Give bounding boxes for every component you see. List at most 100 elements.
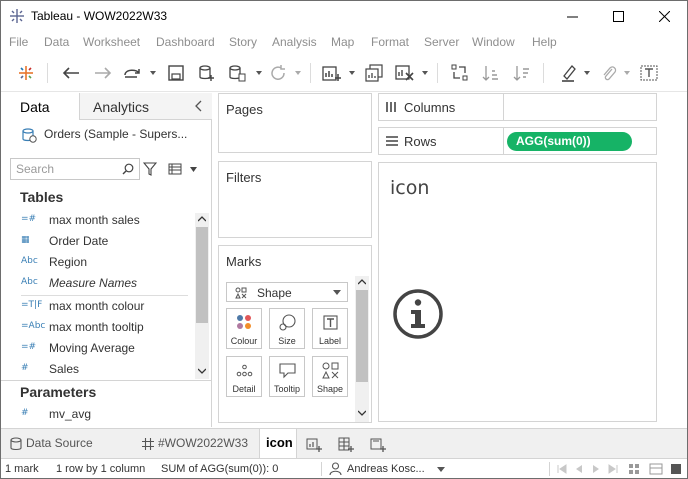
clear-sheet-button[interactable] <box>394 62 416 84</box>
minimize-button[interactable] <box>549 1 595 31</box>
status-user[interactable]: Andreas Kosc... <box>347 463 425 475</box>
calc-measure-icon: =# <box>21 342 37 352</box>
close-button[interactable] <box>641 1 687 31</box>
menu-help[interactable]: Help <box>532 35 557 49</box>
chevron-down-icon[interactable] <box>584 71 590 75</box>
pages-title: Pages <box>226 102 263 117</box>
field-item[interactable]: =# Moving Average <box>1 338 194 359</box>
info-icon[interactable] <box>392 288 444 340</box>
chevron-up-icon[interactable] <box>358 279 366 285</box>
chevron-down-icon[interactable] <box>150 71 156 75</box>
new-data-source-button[interactable] <box>196 62 218 84</box>
search-field[interactable] <box>10 158 140 180</box>
list-view-icon[interactable] <box>168 162 182 176</box>
field-item[interactable]: =Abc max month tooltip <box>1 317 194 338</box>
columns-shelf[interactable]: Columns <box>378 93 657 121</box>
sort-descending-button[interactable] <box>511 62 533 84</box>
group-members-button[interactable] <box>598 62 620 84</box>
menu-server[interactable]: Server <box>424 35 459 49</box>
menu-worksheet[interactable]: Worksheet <box>83 35 140 49</box>
menu-story[interactable]: Story <box>229 35 257 49</box>
new-dashboard-tab-button[interactable] <box>333 429 359 458</box>
chevron-down-icon[interactable] <box>190 167 197 172</box>
tab-data-source[interactable]: Data Source <box>1 429 129 458</box>
rows-pill[interactable]: AGG(sum(0)) <box>507 132 632 151</box>
worksheet-icon <box>142 438 154 450</box>
shape-icon <box>235 287 247 299</box>
chevron-down-icon[interactable] <box>422 71 428 75</box>
show-tabs-icon[interactable] <box>670 463 682 475</box>
redo-button[interactable] <box>92 62 114 84</box>
scrollbar[interactable] <box>195 213 209 379</box>
replay-button[interactable] <box>122 62 144 84</box>
chevron-down-icon[interactable] <box>437 467 445 472</box>
first-sheet-icon[interactable] <box>557 464 567 474</box>
highlight-button[interactable] <box>558 62 580 84</box>
chevron-down-icon[interactable] <box>349 71 355 75</box>
filter-icon[interactable] <box>143 162 157 176</box>
chevron-down-icon[interactable] <box>198 368 206 374</box>
title-bar: Tableau - WOW2022W33 <box>1 1 687 31</box>
menu-format[interactable]: Format <box>371 35 409 49</box>
swap-rows-columns-button[interactable] <box>449 62 471 84</box>
search-input[interactable] <box>16 161 116 177</box>
scrollbar-thumb[interactable] <box>196 227 208 323</box>
menu-dashboard[interactable]: Dashboard <box>156 35 215 49</box>
sort-ascending-button[interactable] <box>480 62 502 84</box>
new-worksheet-button[interactable] <box>321 62 343 84</box>
save-button[interactable] <box>165 62 187 84</box>
filters-card[interactable]: Filters <box>218 161 372 238</box>
view-canvas[interactable]: icon <box>378 162 657 422</box>
chevron-down-icon[interactable] <box>295 71 301 75</box>
close-icon <box>658 10 670 22</box>
tableau-start-button[interactable] <box>15 62 37 84</box>
label-label: Label <box>318 336 342 346</box>
new-worksheet-tab-button[interactable] <box>301 429 327 458</box>
tooltip-label: Tooltip <box>273 384 300 394</box>
shape-button[interactable]: Shape <box>312 356 348 397</box>
chevron-up-icon[interactable] <box>198 216 206 222</box>
chevron-down-icon[interactable] <box>624 71 630 75</box>
field-item[interactable]: # Sales <box>1 359 194 380</box>
show-mark-labels-button[interactable] <box>638 62 660 84</box>
field-item[interactable]: ▦ Order Date <box>1 231 194 252</box>
menu-analysis[interactable]: Analysis <box>272 35 317 49</box>
parameter-item[interactable]: # mv_avg <box>1 404 194 425</box>
field-item[interactable]: =T|F max month colour <box>1 296 194 317</box>
chevron-left-icon[interactable] <box>193 100 205 112</box>
label-button[interactable]: Label <box>312 308 348 349</box>
previous-sheet-icon[interactable] <box>574 464 584 474</box>
menu-file[interactable]: File <box>9 35 28 49</box>
next-sheet-icon[interactable] <box>591 464 601 474</box>
size-button[interactable]: Size <box>269 308 305 349</box>
scrollbar[interactable] <box>355 276 369 422</box>
menu-window[interactable]: Window <box>472 35 515 49</box>
marks-title: Marks <box>226 254 262 269</box>
menu-map[interactable]: Map <box>331 35 354 49</box>
tab-data[interactable]: Data <box>1 93 79 120</box>
show-sheet-sorter-icon[interactable] <box>649 463 663 475</box>
chevron-down-icon[interactable] <box>256 71 262 75</box>
new-story-tab-button[interactable] <box>365 429 391 458</box>
field-item[interactable]: Abc Region <box>1 252 194 273</box>
field-item[interactable]: Abc Measure Names <box>1 273 194 294</box>
undo-button[interactable] <box>60 62 82 84</box>
show-filmstrip-icon[interactable] <box>628 463 640 475</box>
last-sheet-icon[interactable] <box>608 464 618 474</box>
duplicate-sheet-button[interactable] <box>363 62 385 84</box>
menu-data[interactable]: Data <box>44 35 69 49</box>
colour-button[interactable]: Colour <box>226 308 262 349</box>
tooltip-button[interactable]: Tooltip <box>269 356 305 397</box>
refresh-button[interactable] <box>267 62 289 84</box>
rows-shelf[interactable]: Rows AGG(sum(0)) <box>378 127 657 155</box>
mark-type-dropdown[interactable]: Shape <box>226 282 348 302</box>
field-item[interactable]: =# max month sales <box>1 210 194 231</box>
tab-sheet-wow2022w33[interactable]: #WOW2022W33 <box>131 429 259 458</box>
tab-sheet-icon[interactable]: icon <box>259 429 297 458</box>
pause-updates-button[interactable] <box>226 62 248 84</box>
chevron-down-icon[interactable] <box>358 410 366 416</box>
pages-card[interactable]: Pages <box>218 93 372 153</box>
scrollbar-thumb[interactable] <box>356 290 368 382</box>
maximize-button[interactable] <box>595 1 641 31</box>
detail-button[interactable]: Detail <box>226 356 262 397</box>
